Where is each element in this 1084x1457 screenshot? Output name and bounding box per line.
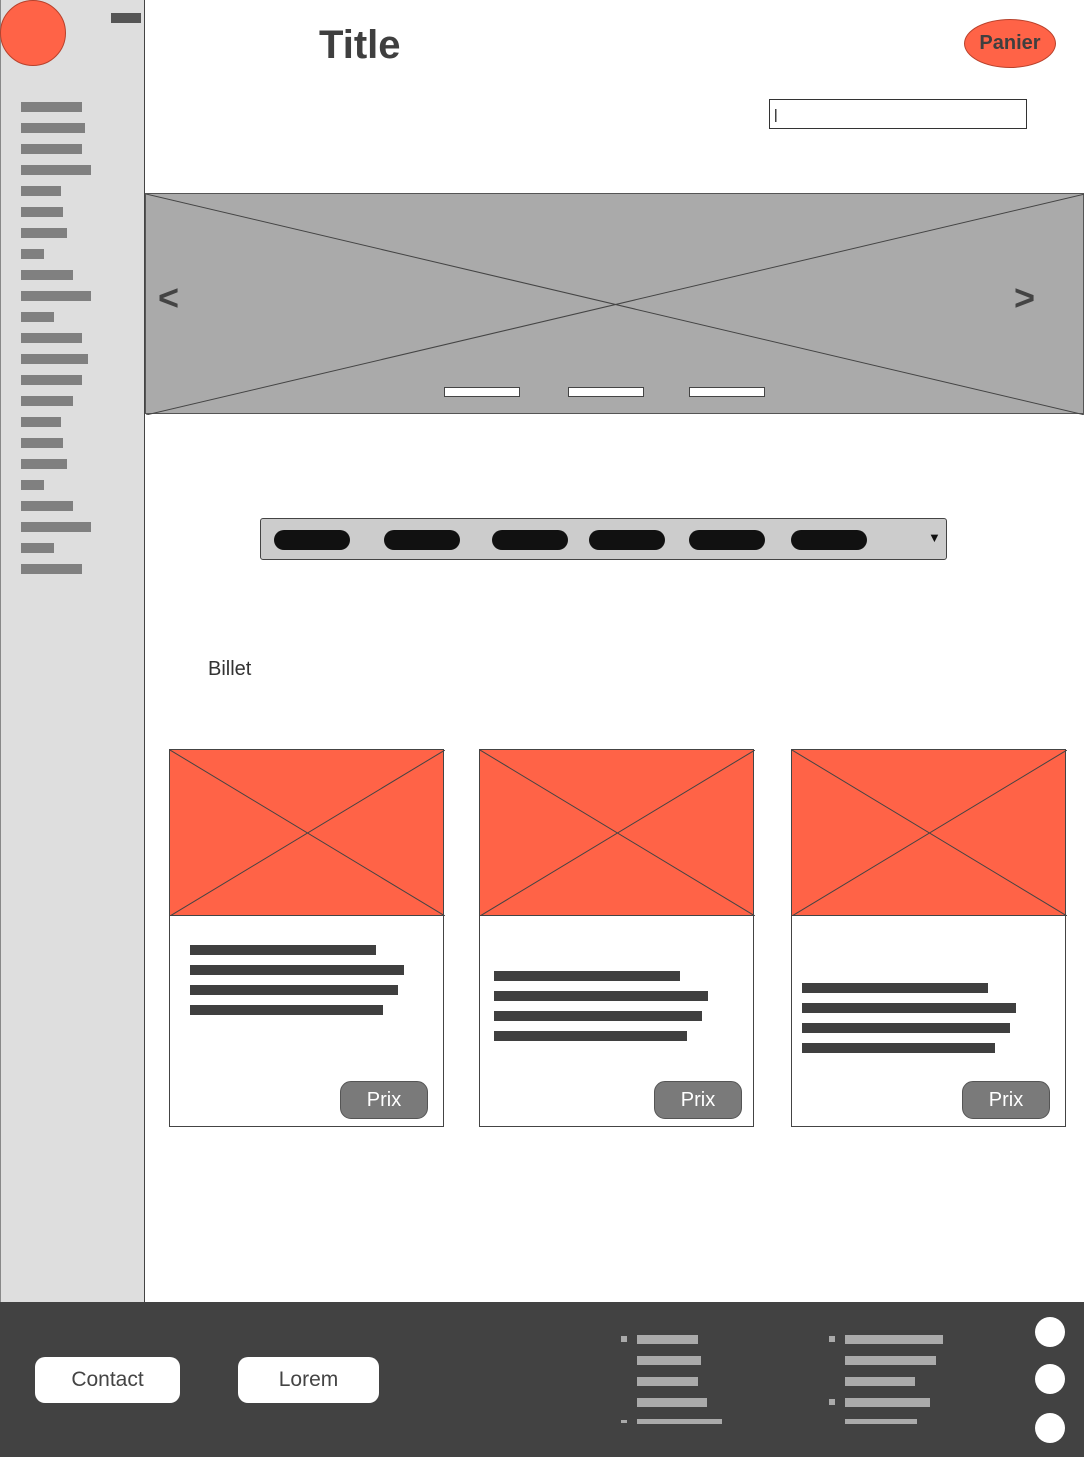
filter-option[interactable] [384,530,460,550]
sidebar-menu-item[interactable] [21,417,61,427]
price-button[interactable]: Prix [654,1081,742,1119]
filter-option[interactable] [791,530,867,550]
filter-option[interactable] [274,530,350,550]
price-button[interactable]: Prix [340,1081,428,1119]
sidebar-menu-item[interactable] [21,249,44,259]
card-image-placeholder [480,750,755,916]
card-text-line [190,945,376,955]
logo[interactable] [0,0,66,66]
footer-link[interactable] [845,1335,943,1344]
social-icon[interactable] [1035,1364,1065,1394]
sidebar-menu-item[interactable] [21,165,91,175]
price-button[interactable]: Prix [962,1081,1050,1119]
footer-link[interactable] [637,1398,707,1407]
card-text-line [802,1003,1016,1013]
card-text-line [494,1011,702,1021]
carousel-image-placeholder [146,194,1084,415]
sidebar-menu-item[interactable] [21,543,54,553]
social-icon[interactable] [1035,1413,1065,1443]
bullet-icon [621,1336,627,1342]
sidebar-menu-item[interactable] [21,501,73,511]
footer-link[interactable] [845,1377,915,1386]
footer-link[interactable] [637,1335,698,1344]
category-filter-bar[interactable]: ▼ [260,518,947,560]
card-text-line [802,983,988,993]
sidebar-menu-item[interactable] [21,396,73,406]
dropdown-caret-icon[interactable]: ▼ [928,530,941,545]
card-image-placeholder [170,750,445,916]
filter-option[interactable] [689,530,765,550]
carousel: < > [145,193,1084,415]
sidebar-menu-item[interactable] [21,207,63,217]
bullet-icon [621,1420,627,1423]
bullet-icon [829,1399,835,1405]
card-text-line [494,971,680,981]
card-text-line [190,985,398,995]
sidebar-menu-item[interactable] [21,354,88,364]
sidebar-menu-item[interactable] [21,270,73,280]
sidebar-menu-item[interactable] [21,228,67,238]
card-text-line [802,1023,1010,1033]
lorem-button[interactable]: Lorem [238,1357,379,1403]
carousel-indicator[interactable] [689,387,765,397]
ticket-card[interactable]: Prix [169,749,445,1127]
social-icon[interactable] [1035,1317,1065,1347]
contact-button[interactable]: Contact [35,1357,180,1403]
card-text-line [190,1005,383,1015]
footer-link[interactable] [637,1377,698,1386]
carousel-indicator[interactable] [444,387,520,397]
card-text-line [494,1031,687,1041]
card-text-line [494,991,708,1001]
ticket-card[interactable]: Prix [479,749,755,1127]
menu-toggle-icon[interactable] [111,13,141,23]
sidebar-menu-item[interactable] [21,438,63,448]
carousel-next-button[interactable]: > [1014,278,1035,318]
sidebar-menu-item[interactable] [21,291,91,301]
sidebar-menu-item[interactable] [21,459,67,469]
filter-option[interactable] [589,530,665,550]
footer-link[interactable] [637,1419,722,1424]
carousel-prev-button[interactable]: < [158,278,179,318]
sidebar-menu-item[interactable] [21,480,44,490]
ticket-card[interactable]: Prix [791,749,1067,1127]
card-text-line [802,1043,995,1053]
sidebar-menu-item[interactable] [21,333,82,343]
sidebar-menu-item[interactable] [21,564,82,574]
carousel-indicator[interactable] [568,387,644,397]
footer-link[interactable] [845,1398,930,1407]
bullet-icon [829,1336,835,1342]
footer-link[interactable] [845,1419,917,1424]
filter-option[interactable] [492,530,568,550]
footer-link[interactable] [637,1356,701,1365]
search-input[interactable] [769,99,1027,129]
sidebar-menu-item[interactable] [21,186,61,196]
sidebar-menu-item[interactable] [21,102,82,112]
sidebar-menu-item[interactable] [21,522,91,532]
section-title: Billet [208,658,252,680]
sidebar-menu-item[interactable] [21,375,82,385]
sidebar [0,0,145,1302]
sidebar-menu-item[interactable] [21,312,54,322]
sidebar-menu-item[interactable] [21,123,85,133]
card-text-line [190,965,404,975]
cart-button[interactable]: Panier [964,19,1056,68]
sidebar-menu-item[interactable] [21,144,82,154]
footer-link[interactable] [845,1356,936,1365]
page-title: Title [319,23,401,67]
card-image-placeholder [792,750,1067,916]
footer: Contact Lorem [0,1302,1084,1457]
